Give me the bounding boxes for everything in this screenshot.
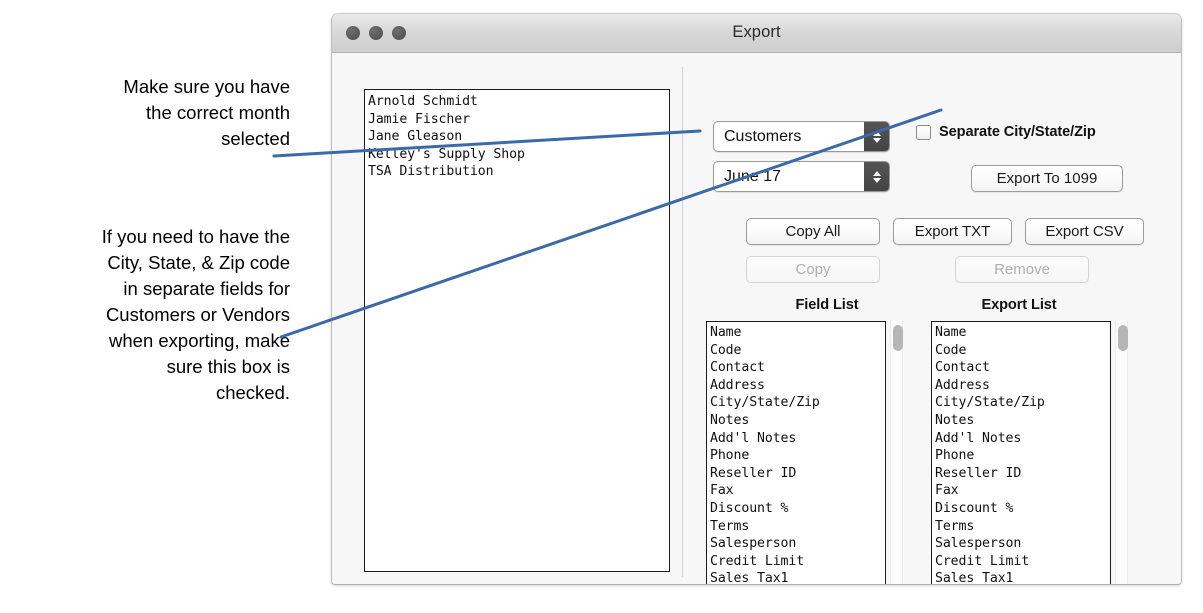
list-item[interactable]: Credit Limit <box>710 553 885 571</box>
list-item[interactable]: Arnold Schmidt <box>368 93 669 111</box>
export-csv-button[interactable]: Export CSV <box>1025 218 1144 245</box>
separate-city-state-zip-checkbox[interactable] <box>916 124 931 140</box>
list-item[interactable]: Kelley's Supply Shop <box>368 146 669 164</box>
list-item[interactable]: Credit Limit <box>935 553 1110 571</box>
period-value: June 17 <box>724 167 781 185</box>
stepper-icon[interactable] <box>864 162 889 191</box>
period-dropdown[interactable]: June 17 <box>713 161 890 192</box>
list-item[interactable]: Contact <box>710 359 885 377</box>
list-item[interactable]: Add'l Notes <box>935 430 1110 448</box>
list-item[interactable]: Code <box>935 342 1110 360</box>
list-item[interactable]: Address <box>935 377 1110 395</box>
names-list[interactable]: Arnold Schmidt Jamie Fischer Jane Gleaso… <box>364 89 670 572</box>
field-list[interactable]: Name Code Contact Address City/State/Zip… <box>706 321 886 584</box>
list-item[interactable]: Add'l Notes <box>710 430 885 448</box>
list-item[interactable]: Fax <box>935 482 1110 500</box>
copy-all-button[interactable]: Copy All <box>746 218 880 245</box>
list-item[interactable]: Contact <box>935 359 1110 377</box>
separate-city-state-zip-label: Separate City/State/Zip <box>939 124 1096 140</box>
list-item[interactable]: City/State/Zip <box>935 394 1110 412</box>
list-item[interactable]: Sales Tax1 <box>935 570 1110 584</box>
list-item[interactable]: Phone <box>710 447 885 465</box>
list-item[interactable]: City/State/Zip <box>710 394 885 412</box>
list-item[interactable]: Reseller ID <box>935 465 1110 483</box>
list-item[interactable]: Name <box>935 324 1110 342</box>
field-list-header: Field List <box>795 297 859 313</box>
annotation-city-state-zip-note: If you need to have the City, State, & Z… <box>101 226 290 403</box>
list-item[interactable]: Notes <box>935 412 1110 430</box>
scrollbar-thumb[interactable] <box>892 325 903 351</box>
list-item[interactable]: Phone <box>935 447 1110 465</box>
record-type-dropdown[interactable]: Customers <box>713 121 890 152</box>
list-item[interactable]: Code <box>710 342 885 360</box>
list-item[interactable]: Jane Gleason <box>368 128 669 146</box>
export-list-header: Export List <box>981 297 1057 313</box>
copy-button: Copy <box>746 256 880 283</box>
list-item[interactable]: Terms <box>710 518 885 536</box>
scrollbar-thumb[interactable] <box>1117 325 1128 351</box>
export-window: Export Arnold Schmidt Jamie Fischer Jane… <box>332 14 1181 584</box>
list-item[interactable]: Fax <box>710 482 885 500</box>
list-item[interactable]: TSA Distribution <box>368 163 669 181</box>
window-title: Export <box>732 23 781 41</box>
panel-divider <box>682 67 683 577</box>
list-item[interactable]: Discount % <box>935 500 1110 518</box>
export-txt-button[interactable]: Export TXT <box>893 218 1012 245</box>
field-list-scrollbar[interactable] <box>890 321 903 584</box>
window-titlebar[interactable]: Export <box>332 14 1181 53</box>
list-item[interactable]: Name <box>710 324 885 342</box>
annotation-month-note: Make sure you have the correct month sel… <box>123 76 290 149</box>
export-to-1099-button[interactable]: Export To 1099 <box>971 165 1123 192</box>
list-item[interactable]: Address <box>710 377 885 395</box>
export-list[interactable]: Name Code Contact Address City/State/Zip… <box>931 321 1111 584</box>
list-item[interactable]: Discount % <box>710 500 885 518</box>
stepper-icon[interactable] <box>864 122 889 151</box>
export-list-scrollbar[interactable] <box>1115 321 1128 584</box>
remove-button: Remove <box>955 256 1089 283</box>
list-item[interactable]: Salesperson <box>935 535 1110 553</box>
separate-city-state-zip-row[interactable]: Separate City/State/Zip <box>916 124 1096 140</box>
window-body: Arnold Schmidt Jamie Fischer Jane Gleaso… <box>332 53 1181 584</box>
list-item[interactable]: Terms <box>935 518 1110 536</box>
list-item[interactable]: Reseller ID <box>710 465 885 483</box>
record-type-value: Customers <box>724 127 802 145</box>
list-item[interactable]: Sales Tax1 <box>710 570 885 584</box>
list-item[interactable]: Salesperson <box>710 535 885 553</box>
list-item[interactable]: Jamie Fischer <box>368 111 669 129</box>
list-item[interactable]: Notes <box>710 412 885 430</box>
